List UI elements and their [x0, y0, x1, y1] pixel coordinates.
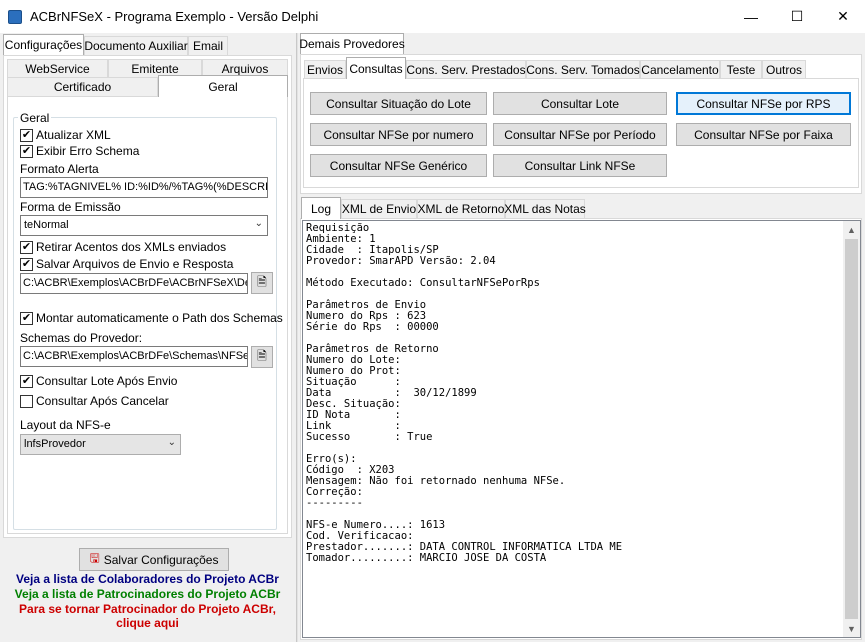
forma-emissao-value: teNormal: [24, 219, 69, 231]
checkbox-check-icon: ✔: [20, 374, 33, 388]
formato-alerta-label: Formato Alerta: [20, 162, 99, 176]
tab-demais-provedores[interactable]: Demais Provedores: [299, 33, 405, 54]
consultar-lote-apos-envio-checkbox[interactable]: ✔ Consultar Lote Após Envio: [20, 374, 177, 388]
link-tornar-patrocinador[interactable]: Para se tornar Patrocinador do Projeto A…: [3, 602, 292, 616]
tab-webservice[interactable]: WebService: [7, 59, 108, 78]
scrollbar-thumb[interactable]: [845, 239, 858, 619]
consultar-nfse-por-periodo-button[interactable]: Consultar NFSe por Período: [493, 123, 667, 146]
forma-emissao-select[interactable]: teNormal ⌄: [20, 215, 268, 236]
salvar-configuracoes-label: Salvar Configurações: [103, 552, 219, 567]
consultar-apos-cancelar-checkbox[interactable]: Consultar Após Cancelar: [20, 394, 169, 408]
schemas-provedor-input[interactable]: C:\ACBR\Exemplos\ACBrDFe\Schemas\NFSe: [20, 346, 248, 367]
montar-path-label: Montar automaticamente o Path dos Schema…: [36, 311, 283, 325]
schemas-provedor-label: Schemas do Provedor:: [20, 331, 143, 345]
tab-cons-serv-prestados[interactable]: Cons. Serv. Prestados: [406, 60, 526, 79]
checkbox-check-icon: ✔: [20, 240, 33, 254]
link-patrocinadores[interactable]: Veja a lista de Patrocinadores do Projet…: [3, 587, 292, 601]
tab-consultas[interactable]: Consultas: [346, 57, 406, 79]
retirar-acentos-checkbox[interactable]: ✔ Retirar Acentos dos XMLs enviados: [20, 240, 226, 254]
consultar-situacao-lote-button[interactable]: Consultar Situação do Lote: [310, 92, 487, 115]
consultar-link-nfse-button[interactable]: Consultar Link NFSe: [493, 154, 667, 177]
salvar-configuracoes-button[interactable]: 🖫 Salvar Configurações: [79, 548, 229, 571]
consultar-nfse-por-rps-button[interactable]: Consultar NFSe por RPS: [676, 92, 851, 115]
consultar-apos-cancelar-label: Consultar Após Cancelar: [36, 394, 169, 408]
log-text-area[interactable]: Requisição Ambiente: 1 Cidade : Itapolis…: [302, 220, 861, 638]
salvar-arquivos-label: Salvar Arquivos de Envio e Resposta: [36, 257, 234, 271]
layout-nfse-select[interactable]: lnfsProvedor ⌄: [20, 434, 181, 455]
tab-envios[interactable]: Envios: [304, 60, 346, 79]
tab-log[interactable]: Log: [301, 197, 341, 219]
geral-group-title: Geral: [18, 111, 52, 125]
tab-xml-retorno[interactable]: XML de Retorno: [417, 199, 505, 218]
splitter[interactable]: [296, 33, 298, 642]
checkbox-empty-icon: [20, 394, 33, 408]
consultar-lote-button[interactable]: Consultar Lote: [493, 92, 667, 115]
consultar-nfse-por-faixa-button[interactable]: Consultar NFSe por Faixa: [676, 123, 851, 146]
tab-outros[interactable]: Outros: [762, 60, 806, 79]
tab-xml-notas[interactable]: XML das Notas: [504, 199, 586, 218]
exibir-erro-schema-checkbox[interactable]: ✔ Exibir Erro Schema: [20, 144, 139, 158]
salvar-arquivos-checkbox[interactable]: ✔ Salvar Arquivos de Envio e Resposta: [20, 257, 233, 271]
scroll-down-icon[interactable]: ▼: [843, 620, 860, 637]
minimize-button[interactable]: —: [728, 0, 774, 33]
checkbox-check-icon: ✔: [20, 257, 33, 271]
title-bar: ACBrNFSeX - Programa Exemplo - Versão De…: [0, 0, 865, 33]
retirar-acentos-label: Retirar Acentos dos XMLs enviados: [36, 240, 227, 254]
path-salvar-input[interactable]: C:\ACBR\Exemplos\ACBrDFe\ACBrNFSeX\Delp: [20, 273, 248, 294]
tab-configuracoes[interactable]: Configurações: [3, 34, 84, 55]
folder-browse-icon: 🗎: [257, 348, 267, 363]
link-clique-aqui[interactable]: clique aqui: [3, 616, 292, 630]
checkbox-check-icon: ✔: [20, 128, 33, 142]
tab-documento-auxiliar[interactable]: Documento Auxiliar: [84, 36, 188, 55]
consultar-nfse-por-numero-button[interactable]: Consultar NFSe por numero: [310, 123, 487, 146]
chevron-down-icon: ⌄: [167, 437, 176, 448]
atualizar-xml-checkbox[interactable]: ✔ Atualizar XML: [20, 128, 111, 142]
checkbox-check-icon: ✔: [20, 144, 33, 158]
tab-certificado[interactable]: Certificado: [7, 77, 158, 96]
tab-cancelamento[interactable]: Cancelamento: [640, 60, 720, 79]
link-colaboradores[interactable]: Veja a lista de Colaboradores do Projeto…: [3, 572, 292, 586]
tab-geral[interactable]: Geral: [158, 75, 288, 97]
tab-email[interactable]: Email: [188, 36, 228, 55]
scroll-up-icon[interactable]: ▲: [843, 221, 860, 238]
log-scrollbar[interactable]: ▲ ▼: [843, 221, 860, 637]
folder-browse-icon: 🗎: [257, 274, 267, 289]
formato-alerta-input[interactable]: TAG:%TAGNIVEL% ID:%ID%/%TAG%(%DESCRI: [20, 177, 268, 198]
browse-folder-button[interactable]: 🗎: [251, 272, 273, 294]
close-button[interactable]: ✕: [820, 0, 865, 33]
forma-emissao-label: Forma de Emissão: [20, 200, 121, 214]
atualizar-xml-label: Atualizar XML: [36, 128, 111, 142]
window-title: ACBrNFSeX - Programa Exemplo - Versão De…: [30, 9, 319, 24]
maximize-button[interactable]: ☐: [774, 0, 820, 33]
consultar-lote-label: Consultar Lote Após Envio: [36, 374, 178, 388]
chevron-down-icon: ⌄: [254, 218, 263, 229]
tab-cons-serv-tomados[interactable]: Cons. Serv. Tomados: [526, 60, 640, 79]
consultar-nfse-generico-button[interactable]: Consultar NFSe Genérico: [310, 154, 487, 177]
exibir-erro-schema-label: Exibir Erro Schema: [36, 144, 140, 158]
montar-path-checkbox[interactable]: ✔ Montar automaticamente o Path dos Sche…: [20, 311, 283, 325]
checkbox-check-icon: ✔: [20, 311, 33, 325]
app-icon: [8, 10, 22, 24]
tab-teste[interactable]: Teste: [720, 60, 762, 79]
save-icon: 🖫: [89, 551, 100, 565]
browse-schemas-button[interactable]: 🗎: [251, 346, 273, 368]
layout-nfse-label: Layout da NFS-e: [20, 418, 111, 432]
layout-nfse-value: lnfsProvedor: [24, 438, 86, 450]
tab-xml-envio[interactable]: XML de Envio: [341, 199, 417, 218]
